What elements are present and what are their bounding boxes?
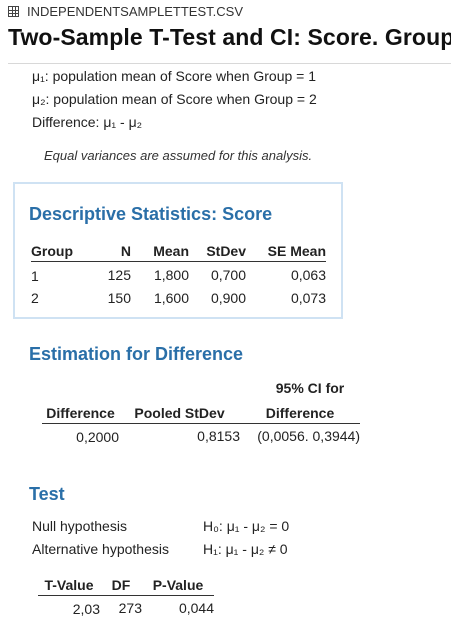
column-header: Difference [42,403,119,424]
test-table: T-Value DF P-Value 2,03 273 0,044 [38,575,214,620]
column-header: T-Value [38,575,100,596]
descriptive-statistics-title: Descriptive Statistics: Score [29,204,273,224]
table-cell: 0,900 [210,290,246,306]
definition-mu2: μ₂: population mean of Score when Group … [32,91,317,107]
table-header-row: Group N Mean StDev SE Mean [31,240,326,262]
null-hypothesis-label: Null hypothesis [32,518,127,534]
estimation-title: Estimation for Difference [29,344,244,364]
table-cell: 0,700 [210,266,246,283]
table-cell: 2 [31,290,39,306]
column-header: Pooled StDev [119,403,240,424]
table-cell: 1 [31,267,39,284]
file-name: INDEPENDENTSAMPLETTEST.CSV [27,4,243,19]
table-cell: 1,800 [153,266,189,283]
table-header-row: Difference Pooled StDev Difference [42,403,360,424]
test-title: Test [29,484,65,504]
column-header: Difference [240,403,360,424]
table-cell: 1,600 [153,290,189,306]
column-header: P-Value [142,575,214,596]
table-cell: 150 [107,290,131,306]
column-header: DF [100,575,142,596]
table-header-row: T-Value DF P-Value [38,575,214,596]
column-header: StDev [189,240,246,262]
descriptive-statistics-table: Group N Mean StDev SE Mean 1 125 1,800 0… [31,240,326,309]
column-header: SE Mean [246,240,326,262]
null-hypothesis-value: H₀: μ₁ - μ₂ = 0 [203,518,290,534]
ci-header-line1: 95% CI for [275,380,345,396]
table-row: 1 125 1,800 0,700 0,063 [31,262,326,288]
table-row: 2,03 273 0,044 [38,596,214,621]
table-cell: (0,0056. 0,3944) [257,428,360,444]
table-row: 2 150 1,600 0,900 0,073 [31,287,326,309]
variance-note: Equal variances are assumed for this ana… [44,148,313,163]
table-row: 0,2000 0,8153 (0,0056. 0,3944) [42,424,360,449]
table-cell: 0,073 [290,290,326,306]
alternative-hypothesis-label: Alternative hypothesis [32,541,169,557]
table-cell: 125 [107,266,131,283]
table-grid-icon [8,6,19,17]
alternative-hypothesis-value: H₁: μ₁ - μ₂ ≠ 0 [203,541,288,557]
table-cell: 2,03 [72,601,100,617]
file-header: INDEPENDENTSAMPLETTEST.CSV [8,4,243,19]
column-header: Mean [131,240,189,262]
definition-mu1: μ₁: population mean of Score when Group … [32,68,317,84]
definition-difference: Difference: μ₁ - μ₂ [32,114,143,130]
table-cell: 0,063 [290,266,326,283]
estimation-table: Difference Pooled StDev Difference 0,200… [42,403,360,448]
column-header: Group [31,240,91,262]
title-divider [8,63,451,64]
table-cell: 0,044 [178,600,214,616]
table-cell: 273 [118,600,142,616]
table-cell: 0,8153 [197,428,240,444]
page-title: Two-Sample T-Test and CI: Score. Group [8,24,451,50]
column-header: N [91,240,131,262]
table-cell: 0,2000 [76,429,119,445]
